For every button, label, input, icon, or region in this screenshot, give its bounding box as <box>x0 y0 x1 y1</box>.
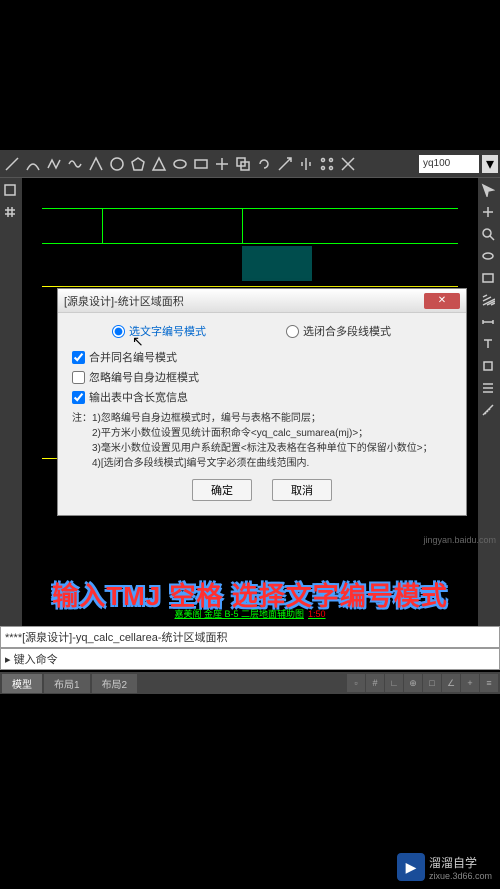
dialog-notes: 注：1)忽略编号自身边框模式时，编号与表格不能同层； 2)平方米小数位设置见统计… <box>72 411 452 471</box>
cancel-button[interactable]: 取消 <box>272 479 332 501</box>
dialog-title-text: [源泉设计]-统计区域面积 <box>64 293 424 309</box>
layout-tabs: 模型 布局1 布局2 ▫ # ∟ ⊕ □ ∠ + ≡ <box>0 672 500 694</box>
mirror-tool-icon[interactable] <box>296 154 316 174</box>
move-tool-icon[interactable] <box>212 154 232 174</box>
hatch-icon[interactable] <box>478 290 498 310</box>
properties-icon[interactable] <box>478 378 498 398</box>
command-history-line: ****[源泉设计]-yq_calc_cellarea-统计区域面积 <box>0 626 500 648</box>
lwt-toggle-icon[interactable]: ≡ <box>480 674 498 692</box>
pan-icon[interactable] <box>478 202 498 222</box>
tab-layout2[interactable]: 布局2 <box>92 674 138 693</box>
snap-toggle-icon[interactable]: ▫ <box>347 674 365 692</box>
select-icon[interactable] <box>478 180 498 200</box>
trim-tool-icon[interactable] <box>338 154 358 174</box>
left-toolbar <box>0 178 22 630</box>
measure-icon[interactable] <box>478 400 498 420</box>
command-input[interactable]: ▸ 键入命令 <box>0 648 500 670</box>
play-icon: ▶ <box>397 853 425 881</box>
command-search-input[interactable]: yq100 <box>419 155 479 173</box>
angle-tool-icon[interactable] <box>86 154 106 174</box>
polyline-tool-icon[interactable] <box>44 154 64 174</box>
checkbox-merge-same-name[interactable]: 合并同名编号模式 <box>72 349 452 365</box>
otrack-toggle-icon[interactable]: ∠ <box>442 674 460 692</box>
area-statistics-dialog: [源泉设计]-统计区域面积 ✕ 选文字编号模式 ↖ 选闭合多段线模式 <box>57 288 467 516</box>
dyn-toggle-icon[interactable]: + <box>461 674 479 692</box>
main-workspace: 嘉美阁 金座 B-5 二层地面辅助图1:50 [源泉设计]-统计区域面积 ✕ 选… <box>0 178 500 630</box>
copy-tool-icon[interactable] <box>233 154 253 174</box>
dialog-titlebar[interactable]: [源泉设计]-统计区域面积 ✕ <box>58 289 466 313</box>
array-tool-icon[interactable] <box>317 154 337 174</box>
footer-watermark: ▶ 溜溜自学 zixue.3d66.com <box>397 853 492 881</box>
block-icon[interactable] <box>478 356 498 376</box>
right-toolbar <box>478 178 500 630</box>
ellipse-tool-icon[interactable] <box>170 154 190 174</box>
rotate-tool-icon[interactable] <box>254 154 274 174</box>
polygon-tool-icon[interactable] <box>128 154 148 174</box>
top-toolbar: yq100 ▾ <box>0 150 500 178</box>
brand-url: zixue.3d66.com <box>429 871 492 881</box>
status-area: ****[源泉设计]-yq_calc_cellarea-统计区域面积 ▸ 键入命… <box>0 610 500 694</box>
layer-icon[interactable] <box>0 180 20 200</box>
scale-tool-icon[interactable] <box>275 154 295 174</box>
radio-text-number-mode[interactable]: 选文字编号模式 ↖ <box>112 323 206 339</box>
zoom-icon[interactable] <box>478 224 498 244</box>
cursor-icon: ↖ <box>132 333 144 350</box>
osnap-toggle-icon[interactable]: □ <box>423 674 441 692</box>
ok-button[interactable]: 确定 <box>192 479 252 501</box>
radio-polyline-mode[interactable]: 选闭合多段线模式 <box>286 323 391 339</box>
checkbox-include-dimensions[interactable]: 输出表中含长宽信息 <box>72 389 452 405</box>
search-dropdown-icon[interactable]: ▾ <box>482 155 498 173</box>
circle-tool-icon[interactable] <box>107 154 127 174</box>
dim-icon[interactable] <box>478 312 498 332</box>
line-tool-icon[interactable] <box>2 154 22 174</box>
brand-name: 溜溜自学 <box>429 854 492 871</box>
tutorial-caption: 输入TMJ 空格 选择文字编号模式 <box>0 576 500 613</box>
status-toggles: ▫ # ∟ ⊕ □ ∠ + ≡ <box>347 674 498 692</box>
tab-model[interactable]: 模型 <box>2 674 42 693</box>
close-icon[interactable]: ✕ <box>424 293 460 309</box>
dialog-body: 选文字编号模式 ↖ 选闭合多段线模式 合并同名编号模式 <box>58 313 466 515</box>
checkbox-ignore-border[interactable]: 忽略编号自身边框模式 <box>72 369 452 385</box>
grid-toggle-icon[interactable]: # <box>366 674 384 692</box>
orbit-icon[interactable] <box>478 246 498 266</box>
grid-icon[interactable] <box>0 202 20 222</box>
spline-tool-icon[interactable] <box>65 154 85 174</box>
ortho-toggle-icon[interactable]: ∟ <box>385 674 403 692</box>
triangle-tool-icon[interactable] <box>149 154 169 174</box>
tab-layout1[interactable]: 布局1 <box>44 674 90 693</box>
source-watermark: jingyan.baidu.com <box>423 535 496 545</box>
arc-tool-icon[interactable] <box>23 154 43 174</box>
polar-toggle-icon[interactable]: ⊕ <box>404 674 422 692</box>
drawing-canvas[interactable]: 嘉美阁 金座 B-5 二层地面辅助图1:50 [源泉设计]-统计区域面积 ✕ 选… <box>22 178 478 630</box>
view-icon[interactable] <box>478 268 498 288</box>
rect-tool-icon[interactable] <box>191 154 211 174</box>
text-icon[interactable] <box>478 334 498 354</box>
